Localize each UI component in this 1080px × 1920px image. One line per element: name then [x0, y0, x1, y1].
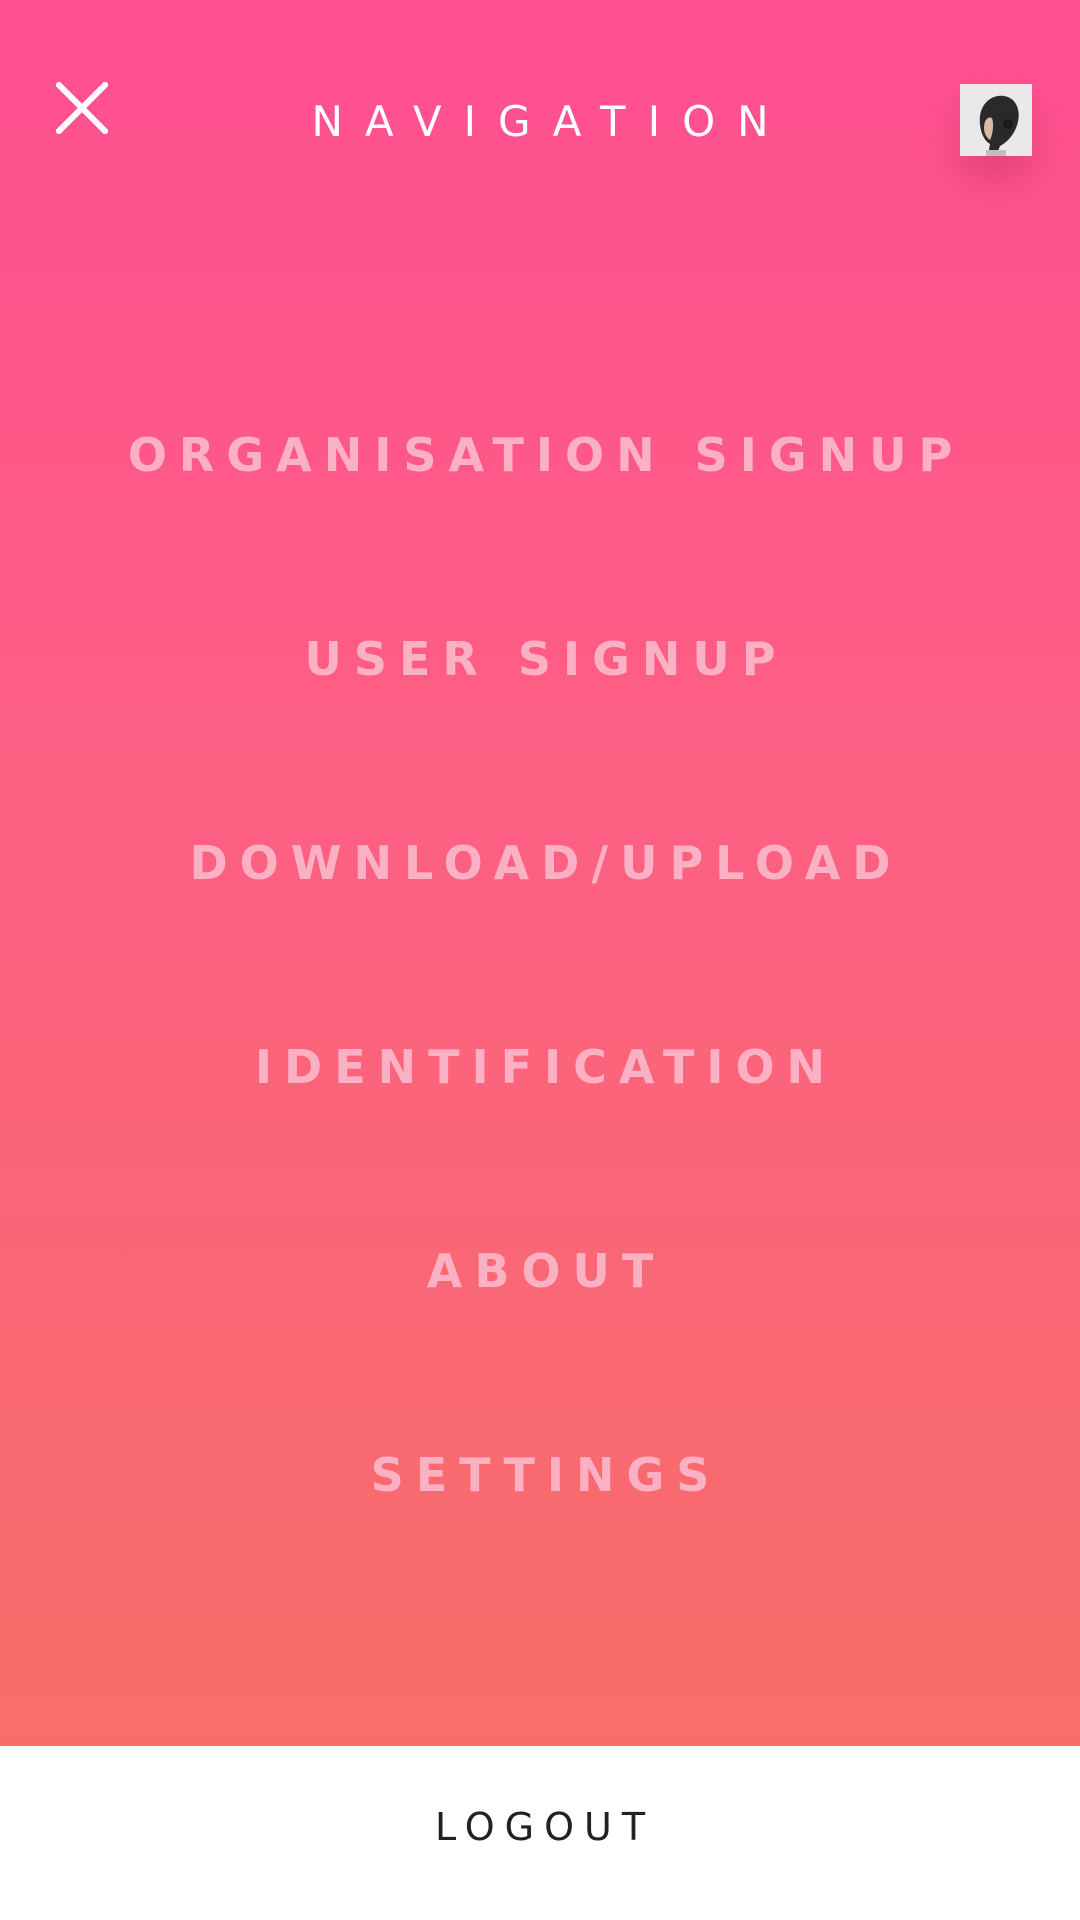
user-avatar-image — [960, 84, 1032, 156]
menu-item-user-signup[interactable]: USER SIGNUP — [0, 604, 1080, 808]
menu-item-settings[interactable]: SETTINGS — [0, 1420, 1080, 1624]
avatar[interactable] — [960, 84, 1032, 156]
page-title: NAVIGATION — [311, 97, 791, 146]
menu-list: ORGANISATION SIGNUP USER SIGNUP DOWNLOAD… — [0, 400, 1080, 1624]
menu-item-identification[interactable]: IDENTIFICATION — [0, 1012, 1080, 1216]
menu-item-organisation-signup[interactable]: ORGANISATION SIGNUP — [0, 400, 1080, 604]
menu-item-about[interactable]: ABOUT — [0, 1216, 1080, 1420]
app-screen: NAVIGATION ORGANISATION SIGNUP USER SIGN… — [0, 0, 1080, 1920]
logout-button[interactable]: LOGOUT — [0, 1802, 1080, 1852]
navigation-panel: NAVIGATION ORGANISATION SIGNUP USER SIGN… — [0, 0, 1080, 1746]
menu-item-download-upload[interactable]: DOWNLOAD/UPLOAD — [0, 808, 1080, 1012]
footer-bar: LOGOUT — [0, 1746, 1080, 1920]
